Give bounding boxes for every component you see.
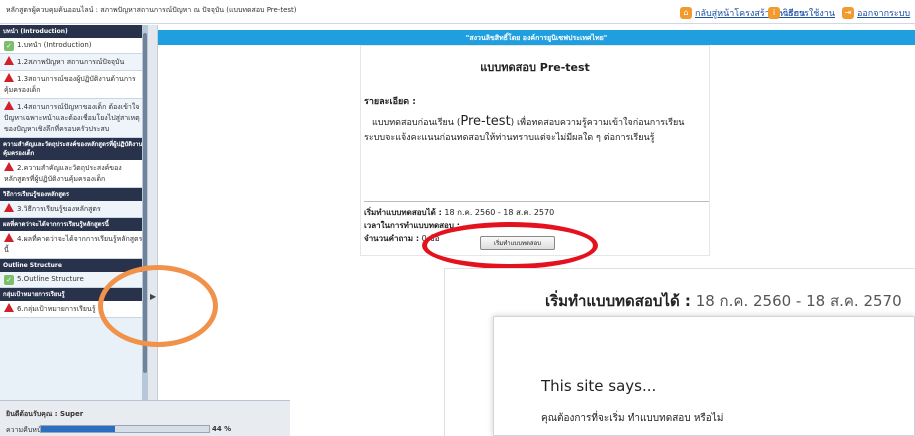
page: หลักสูตรผู้ควบคุมค้นออนไลน์ : สภาพปัญหาส… (0, 0, 915, 436)
sidebar-item-label: 6.กลุ่มเป้าหมายการเรียนรู้ (17, 305, 96, 313)
sidebar-item-label: 1.4สถานการณ์ปัญหาของเด็ก ต้องเข้าใจปัญหา… (4, 103, 140, 133)
copyright-text: "สงวนลิขสิทธิ์โดย องค์การยูนิเซฟประเทศไท… (465, 34, 608, 42)
home-icon: ⌂ (680, 7, 692, 19)
start-window-label: เริ่มทำแบบทดสอบได้ : (364, 208, 442, 217)
info-icon: i (768, 7, 780, 19)
warning-icon (4, 73, 14, 82)
highlight-circle-orange (98, 265, 218, 347)
logout-link-label: ออกจากระบบ (857, 9, 911, 19)
test-description: แบบทดสอบก่อนเรียน (Pre-test) เพื่อทดสอบค… (364, 114, 704, 146)
footer: ยินดีต้อนรับคุณ : Super ความคืบหน้า 44 % (0, 400, 290, 436)
sidebar-item-child-problems[interactable]: 1.4สถานการณ์ปัญหาของเด็ก ต้องเข้าใจปัญหา… (0, 99, 146, 138)
highlight-circle-red (422, 222, 598, 269)
sidebar-item-practitioner-situation[interactable]: 1.3สถานการณ์ของผู้ปฏิบัติงานด้านการคุ้มค… (0, 71, 146, 99)
test-title: แบบทดสอบ Pre-test (480, 61, 590, 74)
progress-fill (41, 426, 115, 432)
sidebar: บทนำ (Introduction) ✓ 1.บทนำ (Introductio… (0, 25, 147, 400)
sidebar-section-header: วิธีการเรียนรู้ของหลักสูตร (0, 188, 146, 201)
warning-icon (4, 203, 14, 212)
zoom-start-value: 18 ก.ค. 2560 - 18 ส.ค. 2570 (695, 292, 902, 310)
sidebar-section-header: ผลที่คาดว่าจะได้จากการเรียนรู้หลักสูตรนี… (0, 218, 146, 231)
divider (364, 201, 709, 202)
sidebar-item-label: 1.3สถานการณ์ของผู้ปฏิบัติงานด้านการคุ้มค… (4, 75, 136, 94)
warning-icon (4, 233, 14, 242)
sidebar-item-label: 2.ความสำคัญและวัตถุประสงค์ของหลักสูตรที่… (4, 164, 122, 183)
dialog-title: This site says... (541, 377, 657, 395)
start-window-value: 18 ก.ค. 2560 - 18 ส.ค. 2570 (444, 208, 555, 217)
warning-icon (4, 101, 14, 110)
dialog-message: คุณต้องการที่จะเริ่ม ทำแบบทดสอบ หรือไม่ (541, 413, 724, 424)
course-title: หลักสูตรผู้ควบคุมค้นออนไลน์ : สภาพปัญหาส… (6, 6, 297, 14)
sidebar-item-label: 3.วิธีการเรียนรู้ของหลักสูตร (17, 205, 101, 213)
progress-value: 44 % (212, 425, 232, 433)
logout-link[interactable]: ⇥ ออกจากระบบ (842, 6, 910, 20)
sidebar-item-expected-results[interactable]: 4.ผลที่คาดว่าจะได้จากการเรียนรู้หลักสูตร… (0, 231, 146, 259)
question-count-label: จำนวนคำถาม : (364, 234, 420, 243)
sidebar-item-importance[interactable]: 2.ความสำคัญและวัตถุประสงค์ของหลักสูตรที่… (0, 160, 146, 188)
description-emphasis: Pre-test (460, 114, 511, 129)
confirm-dialog: This site says... คุณต้องการที่จะเริ่ม ท… (493, 316, 915, 436)
sidebar-item-label: 5.Outline Structure (17, 275, 84, 283)
warning-icon (4, 162, 14, 171)
warning-icon (4, 56, 14, 65)
zoom-start-window: เริ่มทำแบบทดสอบได้ : 18 ก.ค. 2560 - 18 ส… (545, 289, 902, 313)
howto-link[interactable]: i วิธีการใช้งาน (768, 6, 835, 20)
warning-icon (4, 303, 14, 312)
description-pre: แบบทดสอบก่อนเรียน ( (372, 118, 461, 128)
sidebar-section-header: ความสำคัญและวัตถุประสงค์ของหลักสูตรที่ผู… (0, 138, 146, 160)
sidebar-item-label: 1.บทนำ (Introduction) (17, 41, 92, 49)
start-window-row: เริ่มทำแบบทดสอบได้ : 18 ก.ค. 2560 - 18 ส… (364, 206, 554, 219)
zoom-start-label: เริ่มทำแบบทดสอบได้ : (545, 292, 691, 310)
howto-link-label: วิธีการใช้งาน (783, 9, 835, 19)
copyright-banner: "สงวนลิขสิทธิ์โดย องค์การยูนิเซฟประเทศไท… (158, 30, 915, 45)
sidebar-item-introduction[interactable]: ✓ 1.บทนำ (Introduction) (0, 38, 146, 54)
sidebar-item-label: 4.ผลที่คาดว่าจะได้จากการเรียนรู้หลักสูตร… (4, 235, 143, 254)
sidebar-section-header: Outline Structure (0, 259, 146, 272)
sidebar-section-header: บทนำ (Introduction) (0, 25, 146, 38)
sidebar-item-problem-situation[interactable]: 1.2สภาพปัญหา สถานการณ์ปัจจุบัน (0, 54, 146, 71)
welcome-text: ยินดีต้อนรับคุณ : Super (6, 410, 84, 418)
progress-bar (40, 425, 210, 433)
detail-label: รายละเอียด : (364, 97, 416, 107)
sidebar-item-learning-methods[interactable]: 3.วิธีการเรียนรู้ของหลักสูตร (0, 201, 146, 218)
check-icon: ✓ (4, 275, 14, 285)
sidebar-item-label: 1.2สภาพปัญหา สถานการณ์ปัจจุบัน (17, 58, 125, 66)
check-icon: ✓ (4, 41, 14, 51)
top-bar: หลักสูตรผู้ควบคุมค้นออนไลน์ : สภาพปัญหาส… (0, 0, 915, 24)
logout-icon: ⇥ (842, 7, 854, 19)
